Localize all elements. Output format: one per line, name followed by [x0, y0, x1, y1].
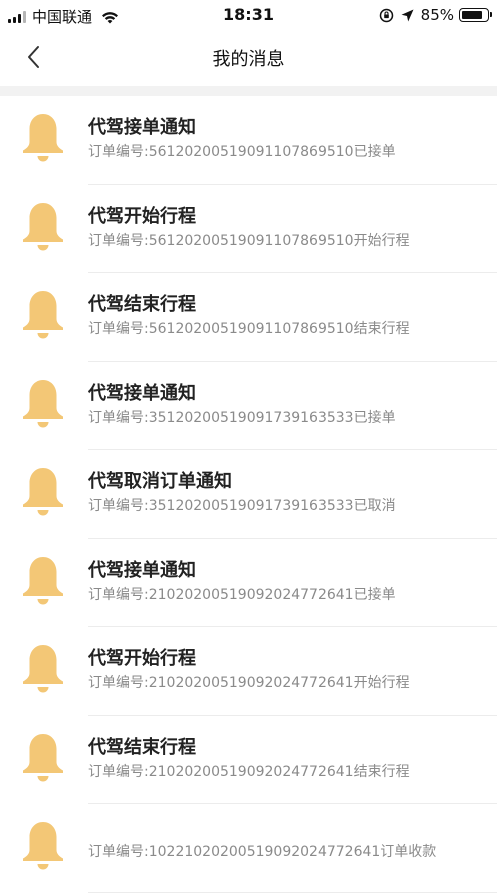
status-right: 85% [379, 6, 492, 24]
message-item-3[interactable]: 代驾结束行程 订单编号:56120200519091107869510结束行程 [0, 273, 497, 362]
bell-icon [23, 379, 63, 427]
message-item-6[interactable]: 代驾接单通知 订单编号:21020200519092024772641已接单 [0, 539, 497, 628]
bell-icon [23, 202, 63, 250]
bell-icon [23, 733, 63, 781]
bell-icon [23, 822, 63, 870]
message-description: 订单编号:35120200519091739163533已接单 [88, 409, 396, 426]
message-title: 代驾取消订单通知 [88, 471, 232, 492]
battery-percent: 85% [420, 6, 454, 24]
bell-icon [23, 291, 63, 339]
bell-icon [23, 556, 63, 604]
message-title: 代驾开始行程 [88, 648, 196, 669]
message-description: 订单编号:21020200519092024772641开始行程 [88, 675, 410, 691]
message-title: 代驾接单通知 [88, 559, 196, 581]
message-description: 订单编号:35120200519091739163533已取消 [88, 498, 396, 514]
page-title: 我的消息 [212, 49, 285, 70]
message-description: 订单编号:1022102020051909202477264​1订单收款 [88, 844, 437, 860]
message-title: 代驾开始行程 [88, 205, 196, 227]
location-arrow-icon [401, 9, 414, 21]
message-list: 代驾接单通知 订单编号:561202005190911078695​10已接单 … [0, 96, 497, 893]
bell-icon [23, 114, 63, 162]
message-item-4[interactable]: 代驾接单通知 订单编号:35120200519091739163533已接单 [0, 362, 497, 451]
message-title: 代驾接单通知 [88, 382, 196, 404]
message-description: 订单编号:56120200519091107869510开始行程 [88, 232, 410, 249]
message-description: 订单编号:21020200519092024772641已接单 [88, 586, 396, 603]
message-title: 代驾接单通知 [88, 117, 196, 138]
section-divider [0, 86, 497, 96]
message-item-5[interactable]: 代驾取消订单通知 订单编号:35120200519091739163533已取消 [0, 450, 497, 539]
message-item-1[interactable]: 代驾接单通知 订单编号:561202005190911078695​10已接单 [0, 96, 497, 185]
message-description: 订单编号:561202005190911078695​10已接单 [88, 144, 396, 160]
rotation-lock-icon [379, 8, 393, 22]
status-bar: 中国联通 18:31 85% [0, 0, 497, 30]
battery-icon [459, 8, 492, 22]
message-item-2[interactable]: 代驾开始行程 订单编号:56120200519091107869510开始行程 [0, 185, 497, 274]
message-title: 代驾结束行程 [88, 294, 196, 315]
message-item-7[interactable]: 代驾开始行程 订单编号:21020200519092024772641开始行程 [0, 627, 497, 716]
message-item-8[interactable]: 代驾结束行程 订单编号:21020200519092024772641结束行程 [0, 716, 497, 805]
message-item-9[interactable]: 订单编号:1022102020051909202477264​1订单收款 [0, 804, 497, 893]
message-description: 订单编号:21020200519092024772641结束行程 [88, 763, 410, 780]
nav-bar: 我的消息 [0, 30, 497, 86]
bell-icon [23, 645, 63, 693]
message-description: 订单编号:56120200519091107869510结束行程 [88, 321, 410, 337]
message-title: 代驾结束行程 [88, 736, 196, 758]
bell-icon [23, 468, 63, 516]
